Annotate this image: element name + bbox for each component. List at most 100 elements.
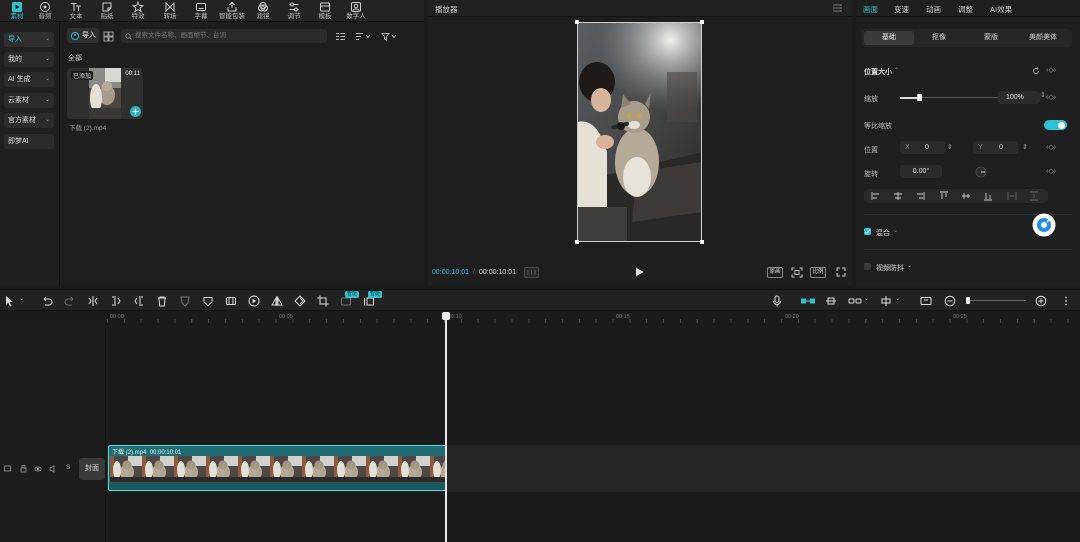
toolbar-adjust[interactable]: 调节 [277, 0, 311, 22]
playhead[interactable] [442, 312, 450, 542]
chevron-down-icon[interactable]: ⌄ [893, 227, 898, 234]
timecode-format-icon[interactable] [524, 267, 539, 278]
auto-snap-icon[interactable] [825, 295, 837, 307]
grid-view-icon[interactable] [103, 31, 114, 42]
add-to-timeline-icon[interactable] [130, 106, 141, 117]
tab-animation[interactable]: 动画 [926, 4, 941, 15]
reverse-play-icon[interactable] [248, 295, 260, 307]
resize-handle[interactable] [700, 20, 704, 24]
import-button[interactable]: 导入 [67, 28, 99, 43]
nav-import[interactable]: 导入 ⌄ [4, 32, 54, 47]
split-right-icon[interactable] [133, 295, 145, 307]
toolbar-caption[interactable]: 字幕 [184, 0, 218, 22]
toolbar-template[interactable]: 模板 [308, 0, 342, 22]
nav-mine[interactable]: 我的 ⌄ [4, 52, 54, 67]
tab-speed[interactable]: 变速 [894, 4, 909, 15]
mirror-icon[interactable] [271, 295, 283, 307]
toolbar-effects[interactable]: 特效 [121, 0, 155, 22]
toolbar-text[interactable]: 文本 [59, 0, 93, 22]
freeze-frame-icon[interactable] [225, 295, 237, 307]
align-icons[interactable] [870, 191, 1046, 201]
undo-icon[interactable] [41, 295, 53, 307]
transform-selection-box[interactable] [577, 22, 702, 242]
nav-ai-generate[interactable]: AI 生成 ⌄ [4, 72, 54, 87]
main-track-magnet-icon[interactable] [800, 295, 816, 307]
subtab-beauty[interactable]: 美颜美体 [1018, 31, 1068, 45]
zoom-out-icon[interactable] [944, 295, 956, 307]
toolbar-avatar[interactable]: 数字人 [339, 0, 373, 22]
subtab-mask[interactable]: 蒙版 [966, 31, 1016, 45]
toolbar-sticker[interactable]: 贴纸 [90, 0, 124, 22]
chevron-up-icon[interactable]: ⌃ [894, 67, 899, 74]
chevron-down-icon[interactable]: ⌄ [907, 262, 912, 269]
tab-ai-effects[interactable]: AI效果 [990, 4, 1012, 15]
media-search-input[interactable]: 搜索文件名称、画面帧节、台词 [121, 29, 327, 43]
blend-label[interactable]: 混合 [876, 228, 890, 238]
track-controls[interactable] [4, 465, 64, 473]
subtab-basic[interactable]: 基础 [864, 31, 914, 45]
play-icon[interactable] [635, 267, 644, 277]
chevron-down-icon[interactable]: ⌄ [19, 295, 24, 302]
rotation-input[interactable]: 0.00° [900, 165, 942, 178]
link-icon[interactable] [848, 295, 862, 307]
resize-handle[interactable] [575, 240, 579, 244]
split-left-icon[interactable] [110, 295, 122, 307]
zoom-in-icon[interactable] [1035, 295, 1047, 307]
y-stepper[interactable]: ⇕ [1022, 143, 1028, 151]
zoom-slider-handle[interactable] [966, 297, 970, 304]
sort-icon[interactable] [355, 32, 371, 41]
x-stepper[interactable]: ⇕ [947, 143, 953, 151]
zoom-slider-track[interactable] [966, 300, 1026, 301]
position-y-input[interactable]: Y 0 [973, 141, 1018, 154]
keyframe-nav[interactable]: ‹◇› [1046, 66, 1056, 74]
position-x-input[interactable]: X 0 [900, 141, 945, 154]
toolbar-filter[interactable]: 滤镜 [246, 0, 280, 22]
nav-jimeng-ai[interactable]: 即梦AI [4, 134, 54, 149]
split-icon[interactable] [87, 295, 99, 307]
video-clip[interactable]: 下载 (2).mp4 00:00:10:01 [108, 445, 447, 491]
toolbar-smart-package[interactable]: 智能包装 [215, 0, 249, 22]
redo-icon[interactable] [64, 295, 76, 307]
nav-official[interactable]: 官方素材 ⌄ [4, 113, 54, 128]
toolbar-transition[interactable]: 转场 [153, 0, 187, 22]
nav-cloud[interactable]: 云素材 ⌄ [4, 93, 54, 108]
shield-icon[interactable] [202, 295, 214, 307]
more-icon[interactable] [1060, 295, 1072, 307]
chevron-down-icon[interactable]: ⌄ [895, 295, 900, 302]
chevron-down-icon[interactable]: ⌄ [864, 295, 869, 302]
list-view-icon[interactable] [335, 32, 346, 41]
scale-slider-handle[interactable] [917, 94, 923, 101]
reset-icon[interactable] [1032, 67, 1040, 75]
media-asset-card[interactable]: 已添加 00:11 [67, 68, 143, 119]
assistant-fab-icon[interactable] [1032, 213, 1056, 237]
rotate-icon[interactable] [294, 295, 306, 307]
timeline-ruler[interactable]: 00:00 00:05 00:10 00:15 00:20 00:25 [0, 311, 1080, 323]
mark-icon[interactable] [179, 295, 191, 307]
select-tool-icon[interactable] [4, 295, 16, 307]
screen-ratio-icon[interactable] [920, 295, 932, 307]
menu-icon[interactable] [833, 4, 842, 12]
uniform-scale-toggle[interactable] [1044, 120, 1067, 130]
resize-handle[interactable] [575, 20, 579, 24]
microphone-icon[interactable] [771, 295, 783, 307]
section-position-size[interactable]: 位置大小 [864, 67, 892, 77]
keyframe-nav[interactable]: ‹◇› [1046, 167, 1056, 175]
fit-screen-icon[interactable] [791, 267, 803, 278]
filter-funnel-icon[interactable] [381, 32, 398, 41]
keyframe-nav[interactable]: ‹◇› [1046, 143, 1056, 151]
crop-icon[interactable] [317, 295, 329, 307]
scale-value-input[interactable]: 100% [998, 91, 1040, 104]
fullscreen-icon[interactable] [836, 267, 846, 277]
track-solo-icon[interactable]: S [66, 464, 70, 471]
rotation-dial-icon[interactable] [975, 166, 987, 178]
scale-stepper[interactable]: ⇕ [1040, 91, 1046, 99]
blend-checkbox[interactable] [864, 228, 871, 235]
subtab-cutout[interactable]: 抠像 [914, 31, 964, 45]
stabilize-label[interactable]: 视频防抖 [876, 263, 904, 273]
aspect-ratio-button[interactable]: 比例 [810, 267, 826, 278]
cover-button[interactable]: 封面 [79, 458, 105, 480]
tab-picture[interactable]: 画面 [863, 4, 878, 15]
stabilize-checkbox[interactable] [864, 263, 871, 270]
preview-axis-icon[interactable] [880, 295, 892, 307]
original-quality-button[interactable]: 原画 [767, 267, 783, 278]
